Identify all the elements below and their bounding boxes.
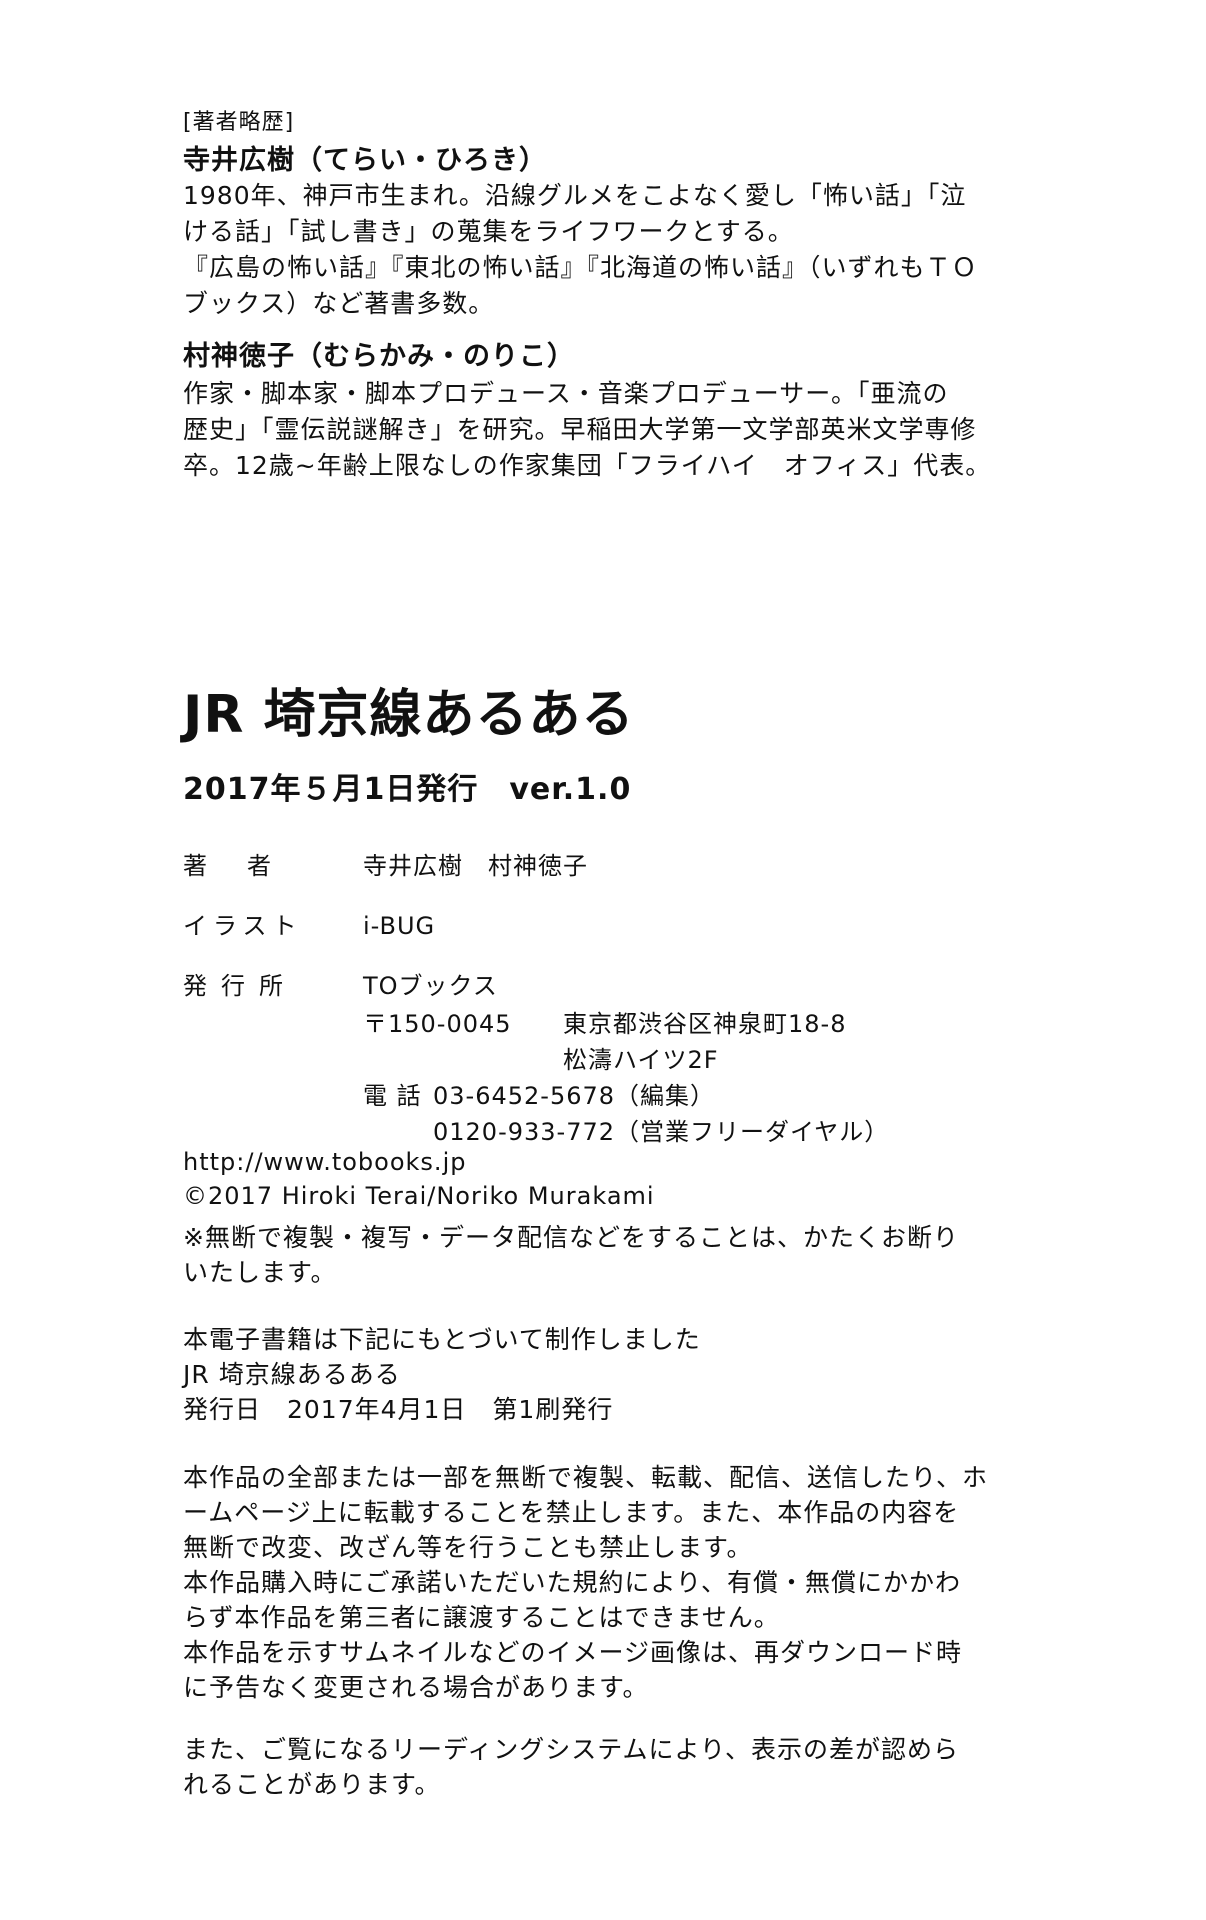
bio-line: 1980年、神戸市生まれ。沿線グルメをこよなく愛し「怖い話」「泣	[183, 181, 967, 210]
notice-line: いたします。	[183, 1258, 337, 1287]
about-authors-label: [著者略歴]	[183, 110, 295, 135]
terms-line: また、ご覧になるリーディングシステムにより、表示の差が認めら	[183, 1735, 960, 1764]
credit-row-author: 著者 寺井広樹 村神徳子	[183, 846, 588, 881]
address-line: 松濤ハイツ2F	[563, 1046, 719, 1074]
terms-line: 本作品の全部または一部を無断で複製、転載、配信、送信したり、ホ	[183, 1463, 989, 1492]
credit-value: 寺井広樹 村神徳子	[363, 852, 588, 880]
terms-line: れることがあります。	[183, 1770, 441, 1799]
terms-paragraph: また、ご覧になるリーディングシステムにより、表示の差が認めら れることがあります…	[183, 1732, 959, 1802]
credit-value: i-BUG	[363, 912, 436, 940]
author-bio: 1980年、神戸市生まれ。沿線グルメをこよなく愛し「怖い話」「泣 ける話」「試し…	[183, 178, 978, 322]
terms-line: に予告なく変更される場合があります。	[183, 1673, 649, 1702]
notice-line: ※無断で複製・複写・データ配信などをすることは、かたくお断り	[183, 1223, 959, 1252]
publisher-url[interactable]: http://www.tobooks.jp	[183, 1146, 466, 1178]
bio-line: 卒。12歳~年齢上限なしの作家集団「フライハイ オフィス」代表。	[183, 451, 992, 480]
postal-code: 〒150-0045	[363, 1010, 512, 1038]
bio-line: ブックス）など著書多数。	[183, 289, 495, 318]
credit-label: 著者	[183, 852, 311, 880]
copyright: ©2017 Hiroki Terai/Noriko Murakami	[183, 1182, 655, 1210]
ebook-info: 本電子書籍は下記にもとづいて制作しました JR 埼京線あるある 発行日 2017…	[183, 1322, 701, 1427]
bio-line: 歴史」「霊伝説謎解き」を研究。早稲田大学第一文学部英米文学専修	[183, 415, 977, 444]
book-title: JR 埼京線あるある	[183, 685, 635, 745]
reproduction-notice: ※無断で複製・複写・データ配信などをすることは、かたくお断り いたします。	[183, 1220, 959, 1290]
phone-editorial: 03-6452-5678（編集）	[433, 1082, 716, 1110]
author-name: 寺井広樹（てらい・ひろき）	[183, 145, 547, 176]
credit-label: 発行所	[183, 972, 297, 1000]
phone-prefix: 電 話	[363, 1082, 422, 1110]
ebook-intro: 本電子書籍は下記にもとづいて制作しました	[183, 1325, 701, 1354]
ebook-source-title: JR 埼京線あるある	[183, 1360, 401, 1389]
ebook-source-date: 発行日 2017年4月1日 第1刷発行	[183, 1395, 614, 1424]
bio-line: 『広島の怖い話』『東北の怖い話』『北海道の怖い話』（いずれもＴＯ	[183, 253, 978, 282]
terms-line: 本作品購入時にご承諾いただいた規約により、有償・無償にかかわ	[183, 1568, 962, 1597]
publication-date: 2017年５月1日発行 ver.1.0	[183, 772, 632, 807]
terms-line: ームページ上に転載することを禁止します。また、本作品の内容を	[183, 1498, 960, 1527]
terms-line: 本作品を示すサムネイルなどのイメージ画像は、再ダウンロード時	[183, 1638, 963, 1667]
author-name: 村神徳子（むらかみ・のりこ）	[183, 341, 575, 372]
credit-row-publisher: 発行所 TOブックス	[183, 966, 498, 1001]
credit-label: イラスト	[183, 912, 303, 940]
bio-line: ける話」「試し書き」の蒐集をライフワークとする。	[183, 217, 794, 246]
author-bio: 作家・脚本家・脚本プロデュース・音楽プロデューサー。「亜流の 歴史」「霊伝説謎解…	[183, 376, 991, 484]
terms-paragraph: 本作品の全部または一部を無断で複製、転載、配信、送信したり、ホ ームページ上に転…	[183, 1460, 988, 1705]
address-line: 東京都渋谷区神泉町18-8	[563, 1010, 847, 1038]
credit-value: TOブックス	[363, 972, 498, 1000]
bio-line: 作家・脚本家・脚本プロデュース・音楽プロデューサー。「亜流の	[183, 379, 949, 408]
terms-line: らず本作品を第三者に譲渡することはできません。	[183, 1603, 780, 1632]
terms-line: 無断で改変、改ざん等を行うことも禁止します。	[183, 1533, 753, 1562]
phone-sales: 0120-933-772（営業フリーダイヤル）	[433, 1118, 890, 1146]
credit-row-illustration: イラスト i-BUG	[183, 906, 435, 941]
